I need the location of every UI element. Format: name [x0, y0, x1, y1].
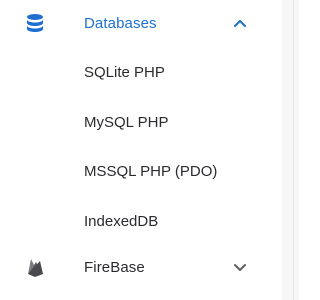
firebase-icon	[22, 254, 48, 280]
nav-group-firebase[interactable]: FireBase	[0, 245, 282, 289]
chevron-up-icon[interactable]	[231, 14, 249, 32]
database-icon	[22, 10, 48, 36]
panel-divider	[293, 0, 294, 300]
nav-item-sqlite-php[interactable]: SQLite PHP	[84, 64, 165, 82]
nav-group-databases[interactable]: Databases	[0, 1, 282, 45]
nav-group-firebase-label: FireBase	[84, 258, 145, 276]
nav-group-databases-label: Databases	[84, 14, 157, 32]
chevron-down-icon[interactable]	[231, 258, 249, 276]
nav-item-mysql-php[interactable]: MySQL PHP	[84, 114, 168, 132]
scroll-rail	[282, 0, 299, 300]
nav-item-indexeddb[interactable]: IndexedDB	[84, 213, 158, 231]
sidebar-nav: Databases SQLite PHP MySQL PHP MSSQL PHP…	[0, 0, 282, 300]
nav-item-mssql-php-pdo[interactable]: MSSQL PHP (PDO)	[84, 163, 217, 181]
